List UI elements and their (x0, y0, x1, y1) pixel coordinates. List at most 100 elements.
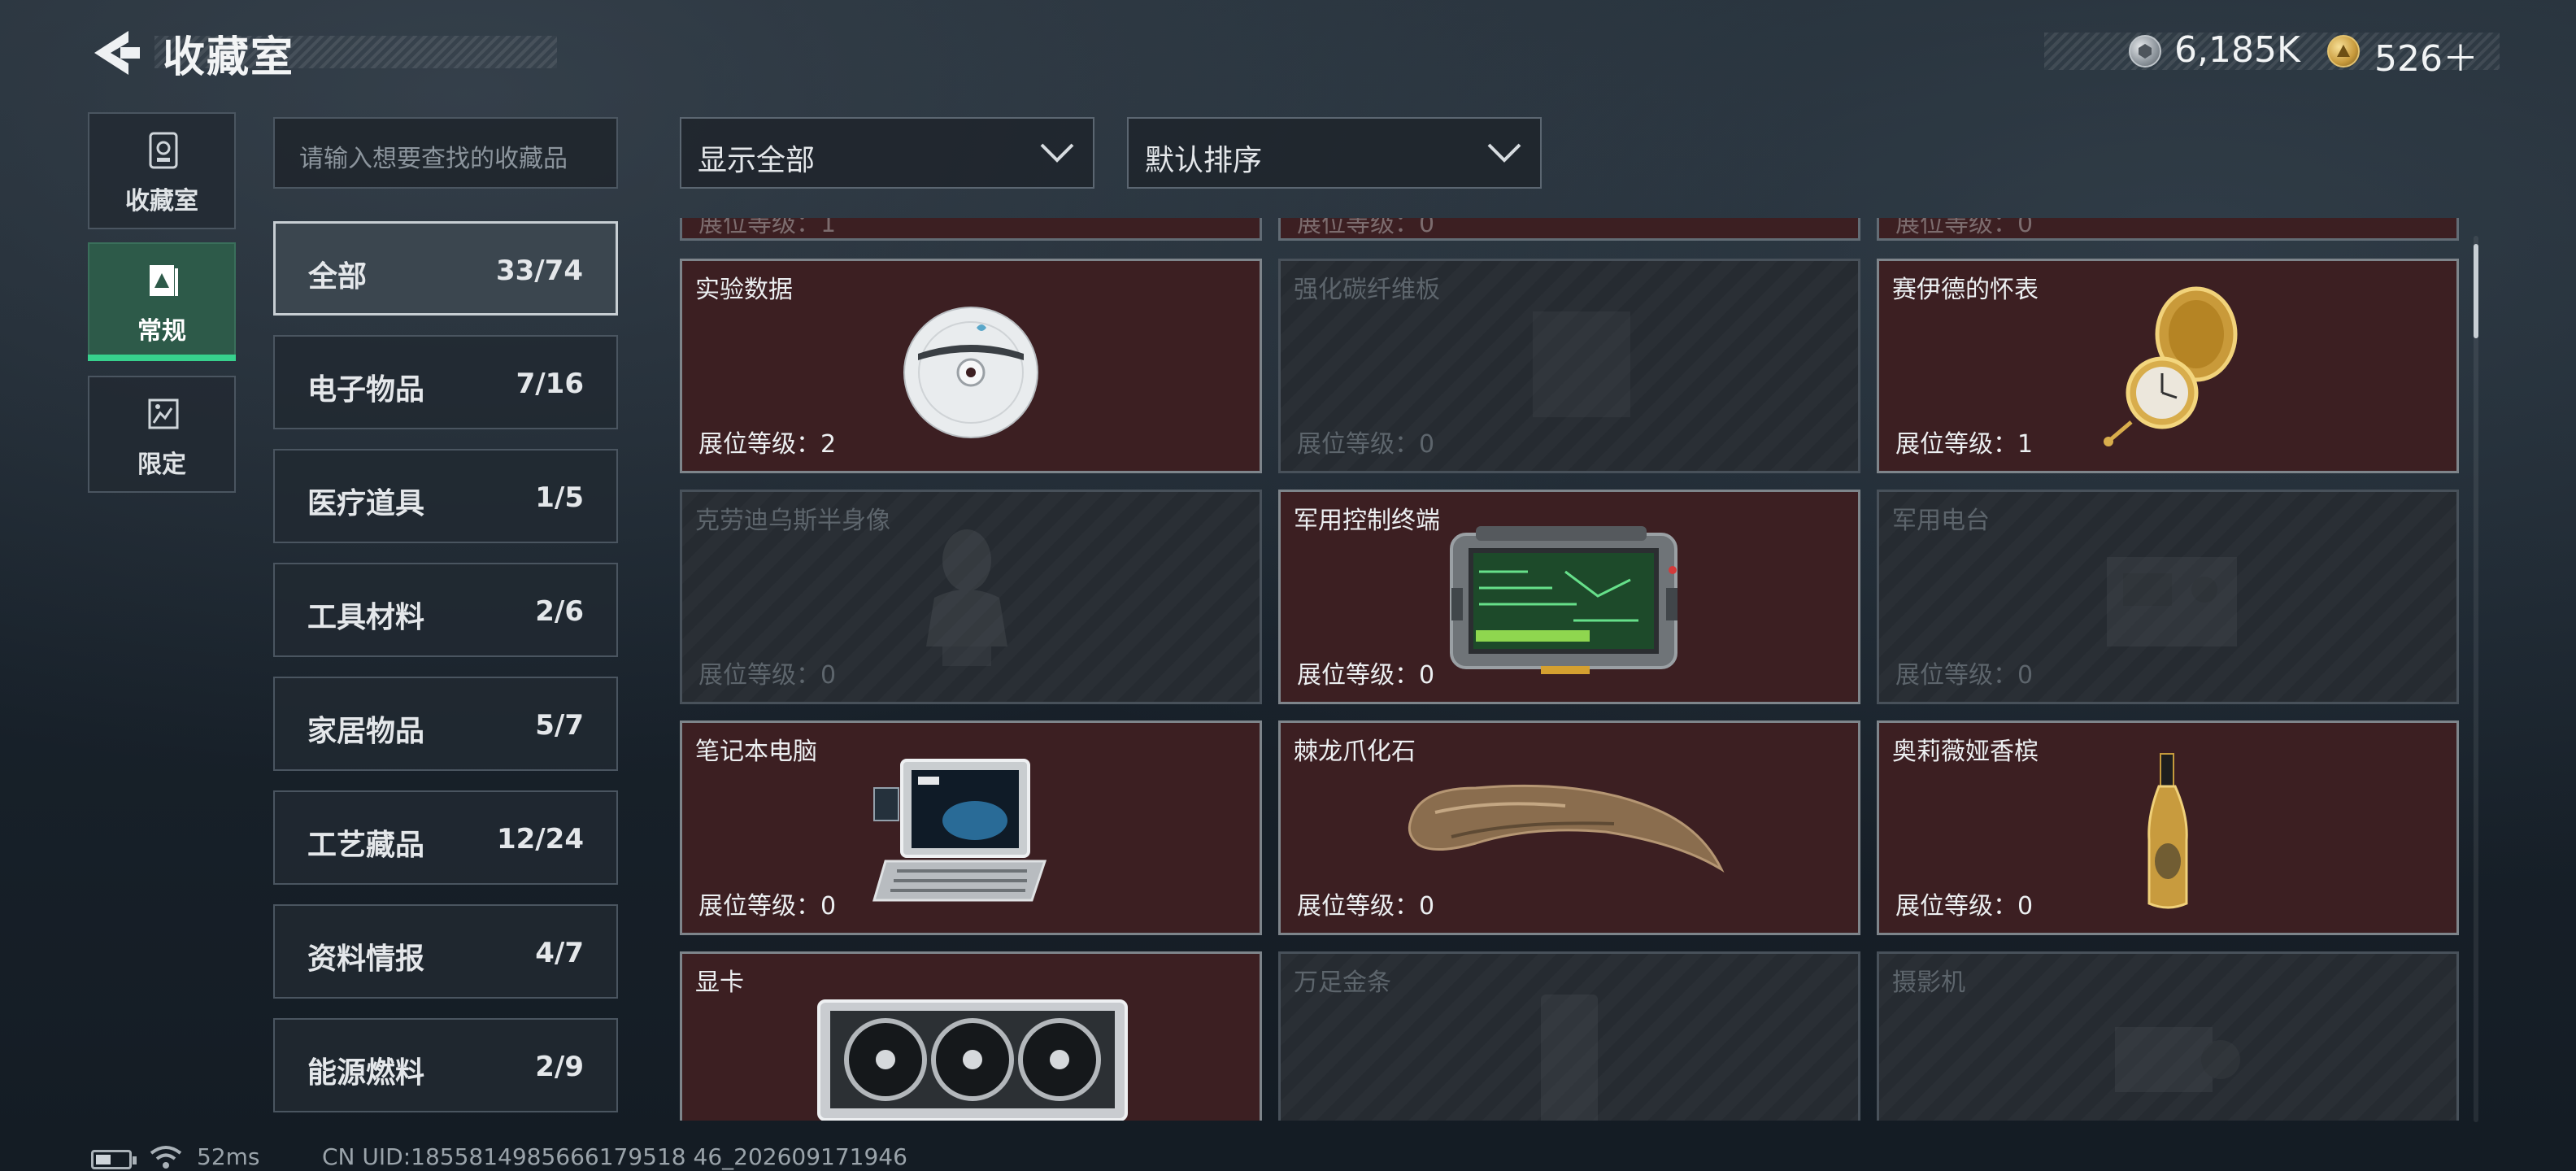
nav-tab-regular[interactable]: 常规 (88, 242, 236, 361)
booth-level-label: 展位等级： (1297, 892, 1419, 921)
booth-level-label: 展位等级：0 (1297, 218, 1435, 238)
item-name: 强化碳纤维板 (1294, 276, 1440, 304)
item-name: 万足金条 (1294, 969, 1391, 997)
search-input[interactable]: 请输入想要查找的收藏品 (273, 117, 618, 189)
graphics-card-icon (817, 999, 1128, 1121)
booth-level: 展位等级：1 (1895, 424, 2033, 459)
bust-statue-icon (926, 529, 1007, 666)
back-button[interactable] (88, 28, 141, 78)
category-name: 工具材料 (307, 601, 425, 634)
category-tools[interactable]: 工具材料 2/6 (273, 563, 618, 657)
collection-card-graphics-card[interactable]: 显卡 (680, 951, 1262, 1121)
limited-collection-icon (148, 398, 179, 429)
booth-level-label: 展位等级： (1895, 430, 2017, 459)
military-radio-icon (2107, 557, 2237, 646)
item-name: 赛伊德的怀表 (1892, 276, 2039, 304)
collection-card-laptop[interactable]: 笔记本电脑 展位等级：0 (680, 720, 1262, 935)
search-placeholder: 请输入想要查找的收藏品 (299, 145, 568, 173)
collection-card-carbon-plate[interactable]: 强化碳纤维板 展位等级：0 (1278, 259, 1860, 473)
collection-card-military-radio[interactable]: 军用电台 展位等级：0 (1877, 490, 2459, 704)
booth-level: 展位等级：0 (1297, 886, 1434, 921)
category-count: 5/7 (535, 709, 584, 742)
booth-level-value: 0 (1419, 892, 1435, 921)
booth-level-label: 展位等级： (698, 661, 820, 690)
user-uid: CN UID:1855814985666179518 46_2026091719… (322, 1143, 907, 1170)
nav-tab-collection-room[interactable]: 收藏室 (88, 112, 236, 229)
wifi-icon (150, 1146, 182, 1169)
carbon-plate-icon (1533, 311, 1630, 417)
item-name: 实验数据 (695, 276, 793, 304)
nav-tab-limited[interactable]: 限定 (88, 376, 236, 493)
booth-level-value: 0 (1419, 430, 1435, 459)
silver-currency-amount: 6,185K (2174, 29, 2300, 71)
gold-coin-icon (2327, 35, 2360, 67)
collection-card-camera[interactable]: 摄影机 (1877, 951, 2459, 1121)
category-name: 电子物品 (307, 373, 425, 407)
category-name: 能源燃料 (307, 1056, 425, 1090)
item-name: 克劳迪乌斯半身像 (695, 507, 890, 535)
booth-level-label: 展位等级：1 (698, 218, 837, 238)
sort-dropdown[interactable]: 默认排序 (1127, 117, 1542, 189)
category-crafts[interactable]: 工艺藏品 12/24 (273, 790, 618, 885)
category-name: 资料情报 (307, 942, 425, 976)
category-medical[interactable]: 医疗道具 1/5 (273, 449, 618, 543)
nav-tab-label: 常规 (137, 317, 186, 346)
category-name: 医疗道具 (307, 487, 425, 520)
booth-level-value: 0 (820, 892, 837, 921)
booth-level-label: 展位等级： (1297, 430, 1419, 459)
category-intel[interactable]: 资料情报 4/7 (273, 904, 618, 999)
category-count: 12/24 (496, 823, 584, 855)
collection-card-claudius-bust[interactable]: 克劳迪乌斯半身像 展位等级：0 (680, 490, 1262, 704)
category-household[interactable]: 家居物品 5/7 (273, 677, 618, 771)
nav-tab-label: 收藏室 (125, 187, 198, 215)
item-name: 军用控制终端 (1294, 507, 1440, 535)
gold-bar-icon (1541, 995, 1598, 1121)
scrollbar-track[interactable] (2474, 236, 2478, 1122)
filter-dropdown[interactable]: 显示全部 (680, 117, 1094, 189)
category-count: 33/74 (495, 255, 583, 287)
gold-currency-amount[interactable]: 526＋ (2374, 29, 2478, 81)
collection-room-icon (149, 132, 178, 169)
category-count: 4/7 (535, 937, 584, 969)
booth-level-label: 展位等级： (1895, 661, 2017, 690)
claw-fossil-icon (1408, 784, 1725, 873)
collection-card-champagne[interactable]: 奥莉薇娅香槟 展位等级：0 (1877, 720, 2459, 935)
category-count: 7/16 (516, 368, 584, 400)
active-tab-indicator (88, 355, 236, 361)
camera-icon (2115, 1027, 2240, 1092)
booth-level: 展位等级：0 (1297, 655, 1434, 690)
category-all[interactable]: 全部 33/74 (273, 221, 618, 316)
booth-level: 展位等级：0 (1895, 886, 2033, 921)
booth-level-label: 展位等级： (1895, 892, 2017, 921)
booth-level-value: 2 (820, 430, 837, 459)
chevron-down-icon (1487, 143, 1521, 163)
collection-card-partial[interactable]: 展位等级：0 (1278, 218, 1860, 241)
collection-card-experiment-data[interactable]: 实验数据 展位等级：2 (680, 259, 1262, 473)
scrollbar-thumb[interactable] (2474, 244, 2478, 338)
item-name: 摄影机 (1892, 969, 1965, 997)
booth-level-value: 0 (820, 661, 837, 690)
military-terminal-icon (1450, 526, 1677, 674)
booth-level: 展位等级：0 (698, 655, 836, 690)
collection-card-partial[interactable]: 展位等级：0 (1877, 218, 2459, 241)
item-name: 笔记本电脑 (695, 738, 817, 766)
category-electronics[interactable]: 电子物品 7/16 (273, 335, 618, 429)
collection-grid[interactable]: 展位等级：1 展位等级：0 展位等级：0 实验数据 展位等级：2 强化碳纤维板 … (680, 218, 2461, 1121)
booth-level-value: 0 (1419, 661, 1435, 690)
collection-card-military-terminal[interactable]: 军用控制终端 展位等级：0 (1278, 490, 1860, 704)
collection-card-partial[interactable]: 展位等级：1 (680, 218, 1262, 241)
nav-tab-label: 限定 (137, 451, 186, 479)
network-latency: 52ms (197, 1143, 260, 1170)
item-name: 奥莉薇娅香槟 (1892, 738, 2039, 766)
collection-card-pocket-watch[interactable]: 赛伊德的怀表 展位等级：1 (1877, 259, 2459, 473)
collection-card-gold-bar[interactable]: 万足金条 (1278, 951, 1860, 1121)
booth-level: 展位等级：0 (1297, 424, 1434, 459)
booth-level-label: 展位等级： (698, 430, 820, 459)
collection-card-claw-fossil[interactable]: 棘龙爪化石 展位等级：0 (1278, 720, 1860, 935)
category-energy[interactable]: 能源燃料 2/9 (273, 1018, 618, 1112)
pocket-watch-icon (2104, 286, 2238, 446)
battery-icon (91, 1150, 137, 1169)
page-title: 收藏室 (163, 33, 295, 82)
booth-level-label: 展位等级：0 (1895, 218, 2034, 238)
category-count: 1/5 (535, 481, 584, 514)
